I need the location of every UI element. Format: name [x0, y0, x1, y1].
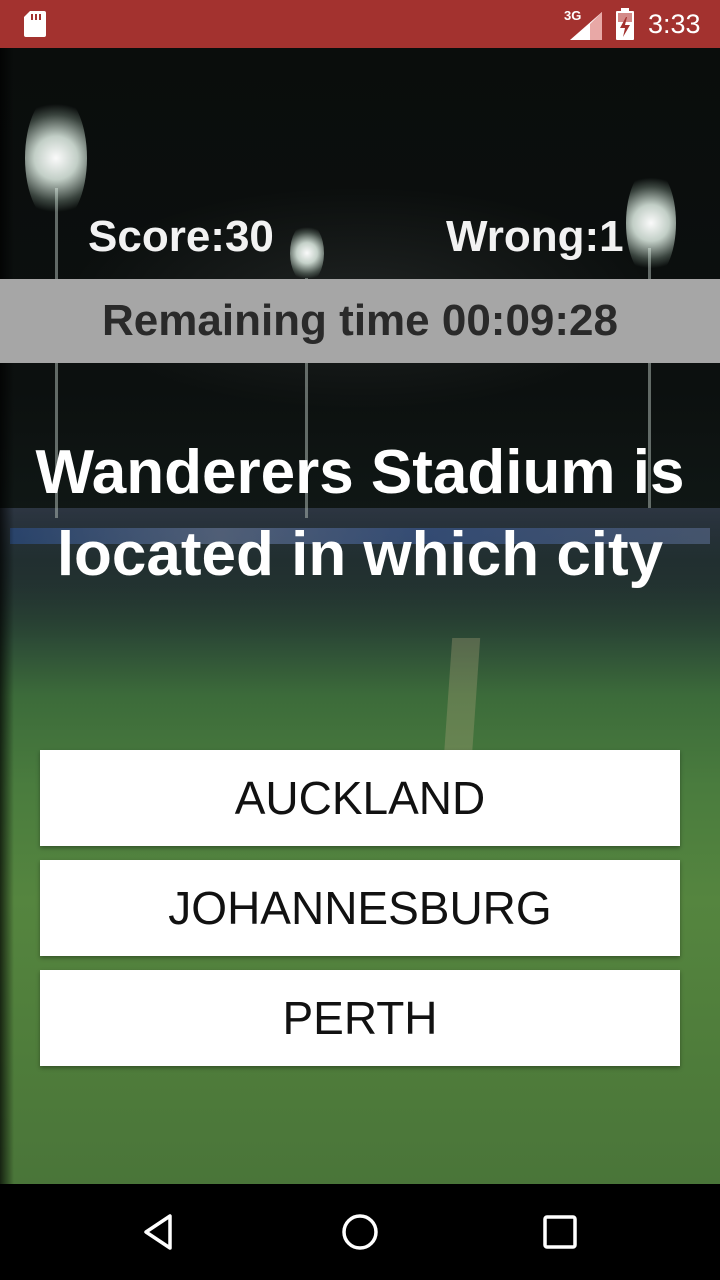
- floodlight: [626, 168, 676, 278]
- question-text: Wanderers Stadium is located in which ci…: [35, 438, 685, 589]
- battery-charging-icon: [616, 8, 634, 40]
- answer-button-johannesburg[interactable]: JOHANNESBURG: [40, 860, 680, 956]
- back-icon[interactable]: [136, 1208, 184, 1256]
- navigation-bar: [0, 1184, 720, 1280]
- sd-card-icon: [24, 11, 46, 37]
- answer-button-auckland[interactable]: AUCKLAND: [40, 750, 680, 846]
- timer-bar: Remaining time 00:09:28: [0, 279, 720, 363]
- clock: 3:33: [648, 9, 701, 39]
- cricket-pitch: [443, 638, 481, 758]
- left-shadow: [0, 48, 14, 1184]
- score-label: Score:30: [88, 212, 274, 261]
- floodlight: [25, 93, 87, 223]
- cell-signal-icon: 3G: [564, 8, 602, 40]
- recents-icon[interactable]: [536, 1208, 584, 1256]
- remaining-time-label: Remaining time 00:09:28: [102, 296, 618, 345]
- status-bar: 3G 3:33: [0, 0, 720, 48]
- floodlight: [290, 223, 324, 283]
- answer-button-perth[interactable]: PERTH: [40, 970, 680, 1066]
- wrong-count-label: Wrong:1: [446, 212, 624, 261]
- home-icon[interactable]: [336, 1208, 384, 1256]
